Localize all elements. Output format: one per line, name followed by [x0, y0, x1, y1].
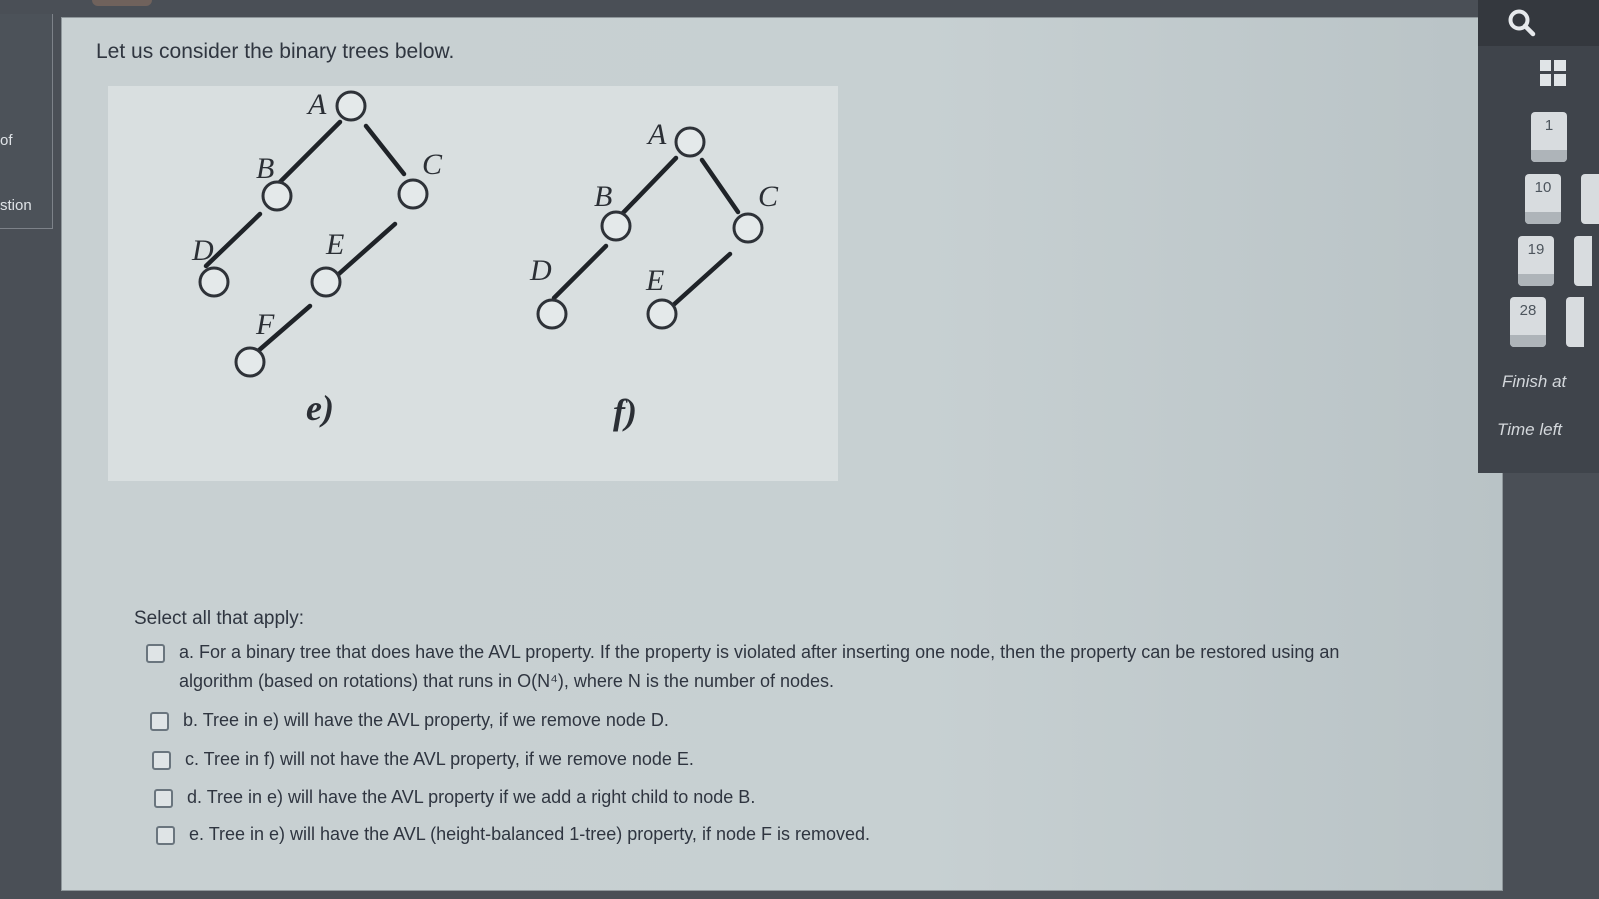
option-c-label: c. Tree in f) will not have the AVL prop… — [185, 749, 694, 769]
checkbox-c[interactable] — [152, 751, 171, 770]
checkbox-b[interactable] — [150, 712, 169, 731]
label-a: A — [306, 88, 327, 121]
label-d: D — [191, 234, 214, 267]
question-intro: Let us consider the binary trees below. — [96, 40, 455, 63]
node-d — [198, 266, 230, 298]
decorative-stroke — [92, 0, 152, 6]
node-d — [536, 298, 568, 330]
finish-attempt-link[interactable]: Finish at — [1502, 372, 1566, 392]
quiz-nav-button-1[interactable]: 1 — [1531, 112, 1567, 162]
left-nav-item-2[interactable]: stion — [0, 197, 32, 214]
left-nav-item-1[interactable]: of — [0, 132, 13, 149]
node-f — [234, 346, 266, 378]
question-card: Let us consider the binary trees below. … — [62, 18, 1502, 890]
option-d[interactable]: d. Tree in e) will have the AVL property… — [154, 783, 755, 812]
node-e — [646, 298, 678, 330]
option-b[interactable]: b. Tree in e) will have the AVL property… — [150, 706, 669, 735]
quiz-nav-button-next[interactable] — [1566, 297, 1584, 347]
checkbox-d[interactable] — [154, 789, 173, 808]
tree-e: A B C D E F e) — [191, 88, 443, 428]
tree-f: A B C D E f) — [529, 118, 779, 432]
option-e-label: e. Tree in e) will have the AVL (height-… — [189, 824, 871, 844]
node-c — [732, 212, 764, 244]
label-e: E — [645, 264, 664, 297]
search-icon[interactable] — [1507, 8, 1537, 38]
label-a: A — [646, 118, 667, 151]
edge-a-c — [363, 123, 407, 177]
checkbox-a[interactable] — [146, 644, 165, 663]
label-b: B — [594, 180, 612, 213]
left-sidebar: of stion — [0, 14, 53, 229]
option-d-label: d. Tree in e) will have the AVL property… — [187, 787, 756, 807]
node-a — [335, 90, 367, 122]
quiz-nav-button-next[interactable] — [1574, 236, 1592, 286]
label-c: C — [422, 148, 443, 181]
edge-b-d — [551, 243, 609, 301]
label-f: F — [255, 308, 275, 341]
trees-diagram: A B C D E F e) A B C D E f) — [108, 86, 838, 481]
label-b: B — [256, 152, 274, 185]
caption-f: f) — [613, 392, 637, 432]
option-a[interactable]: a. For a binary tree that does have the … — [146, 638, 1366, 696]
label-c: C — [758, 180, 779, 213]
grid-icon[interactable] — [1540, 60, 1566, 86]
label-d: D — [529, 254, 552, 287]
quiz-nav-button-10[interactable]: 10 — [1525, 174, 1561, 224]
node-e — [310, 266, 342, 298]
option-c[interactable]: c. Tree in f) will not have the AVL prop… — [152, 745, 694, 774]
caption-e: e) — [306, 388, 334, 428]
quiz-nav-button-next[interactable] — [1581, 174, 1599, 224]
node-b — [600, 210, 632, 242]
time-left-label: Time left — [1497, 420, 1563, 439]
edge-a-b — [617, 155, 679, 219]
edge-a-c — [699, 157, 741, 215]
node-b — [261, 180, 293, 212]
edge-b-d — [203, 211, 263, 269]
checkbox-e[interactable] — [156, 826, 175, 845]
node-c — [397, 178, 429, 210]
option-a-label: a. For a binary tree that does have the … — [179, 642, 1340, 691]
quiz-nav-button-28[interactable]: 28 — [1510, 297, 1546, 347]
option-b-label: b. Tree in e) will have the AVL property… — [183, 710, 669, 730]
label-e: E — [325, 228, 344, 261]
trees-svg: A B C D E F e) A B C D E f) — [191, 88, 779, 432]
quiz-nav-button-19[interactable]: 19 — [1518, 236, 1554, 286]
node-a — [674, 126, 706, 158]
edge-c-e — [667, 251, 733, 311]
edge-a-b — [277, 119, 343, 185]
select-all-label: Select all that apply: — [134, 608, 305, 629]
option-e[interactable]: e. Tree in e) will have the AVL (height-… — [156, 820, 870, 849]
top-bar — [1478, 0, 1599, 46]
